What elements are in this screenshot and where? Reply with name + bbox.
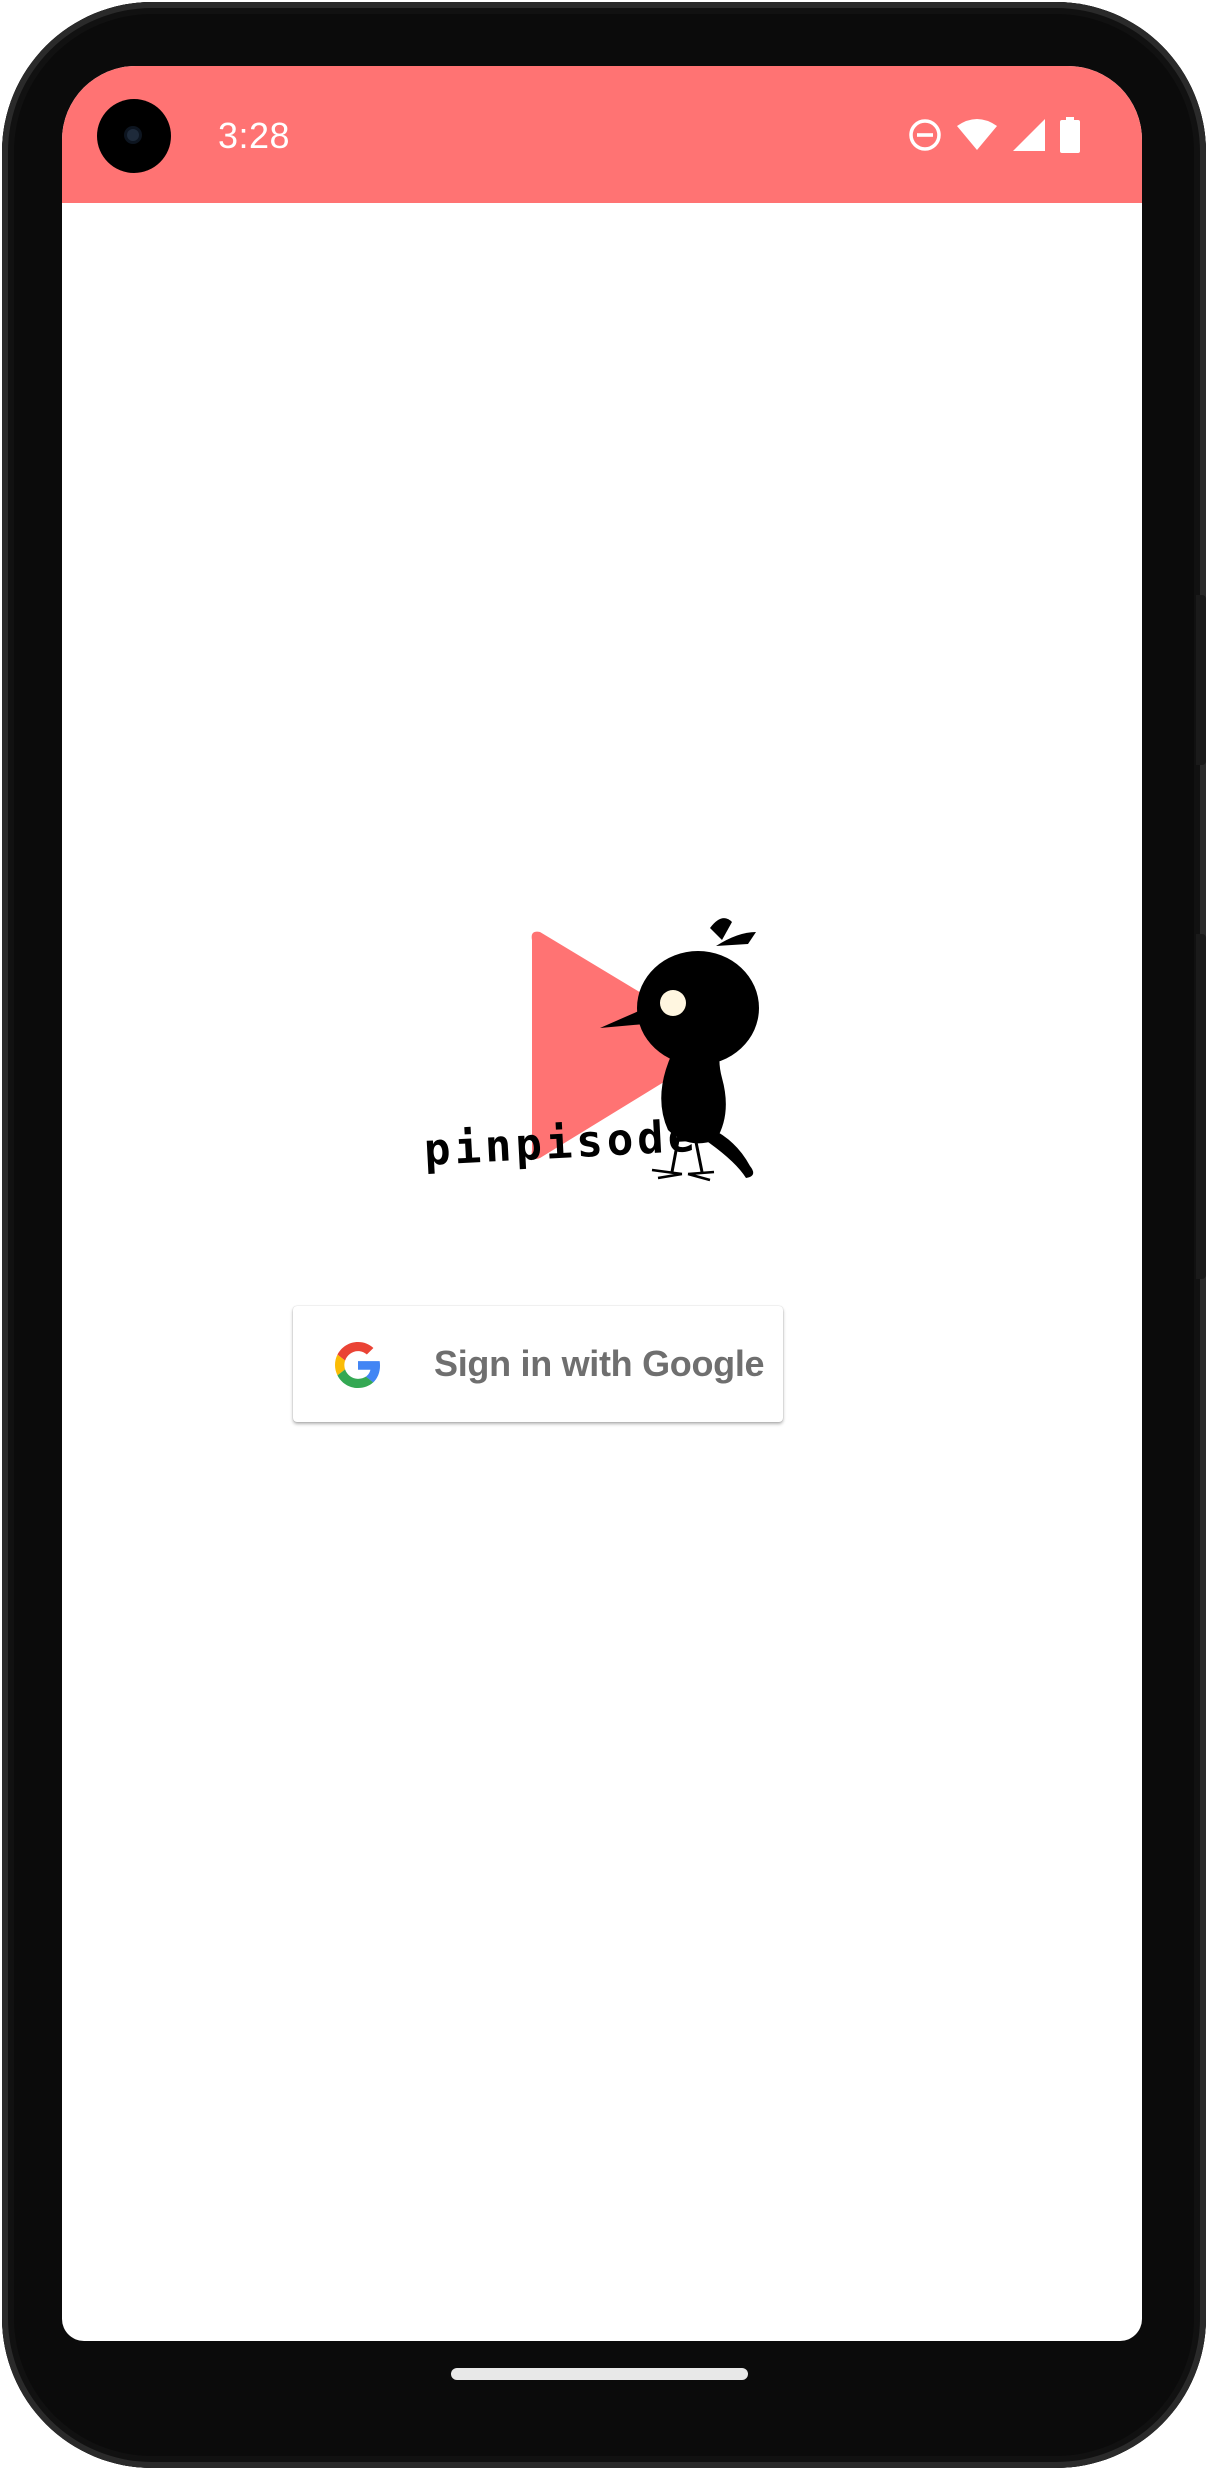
google-g-icon [335, 1342, 381, 1388]
do-not-disturb-icon [909, 119, 941, 151]
volume-button [1196, 934, 1206, 1279]
front-camera [97, 99, 171, 173]
status-bar: 3:28 [62, 66, 1142, 203]
cellular-signal-icon [1013, 119, 1045, 151]
status-icons [908, 115, 1080, 155]
camera-lens [127, 129, 139, 141]
navigation-bar [60, 2339, 1140, 2419]
pinpisode-logo [531, 918, 759, 1182]
wifi-icon [957, 119, 997, 150]
home-gesture-pill[interactable] [451, 2368, 748, 2380]
google-sign-in-button[interactable]: Sign in with Google [293, 1306, 783, 1422]
battery-icon [1060, 117, 1080, 153]
power-button [1196, 595, 1206, 765]
status-time: 3:28 [218, 115, 291, 156]
google-sign-in-label: Sign in with Google [434, 1343, 765, 1384]
